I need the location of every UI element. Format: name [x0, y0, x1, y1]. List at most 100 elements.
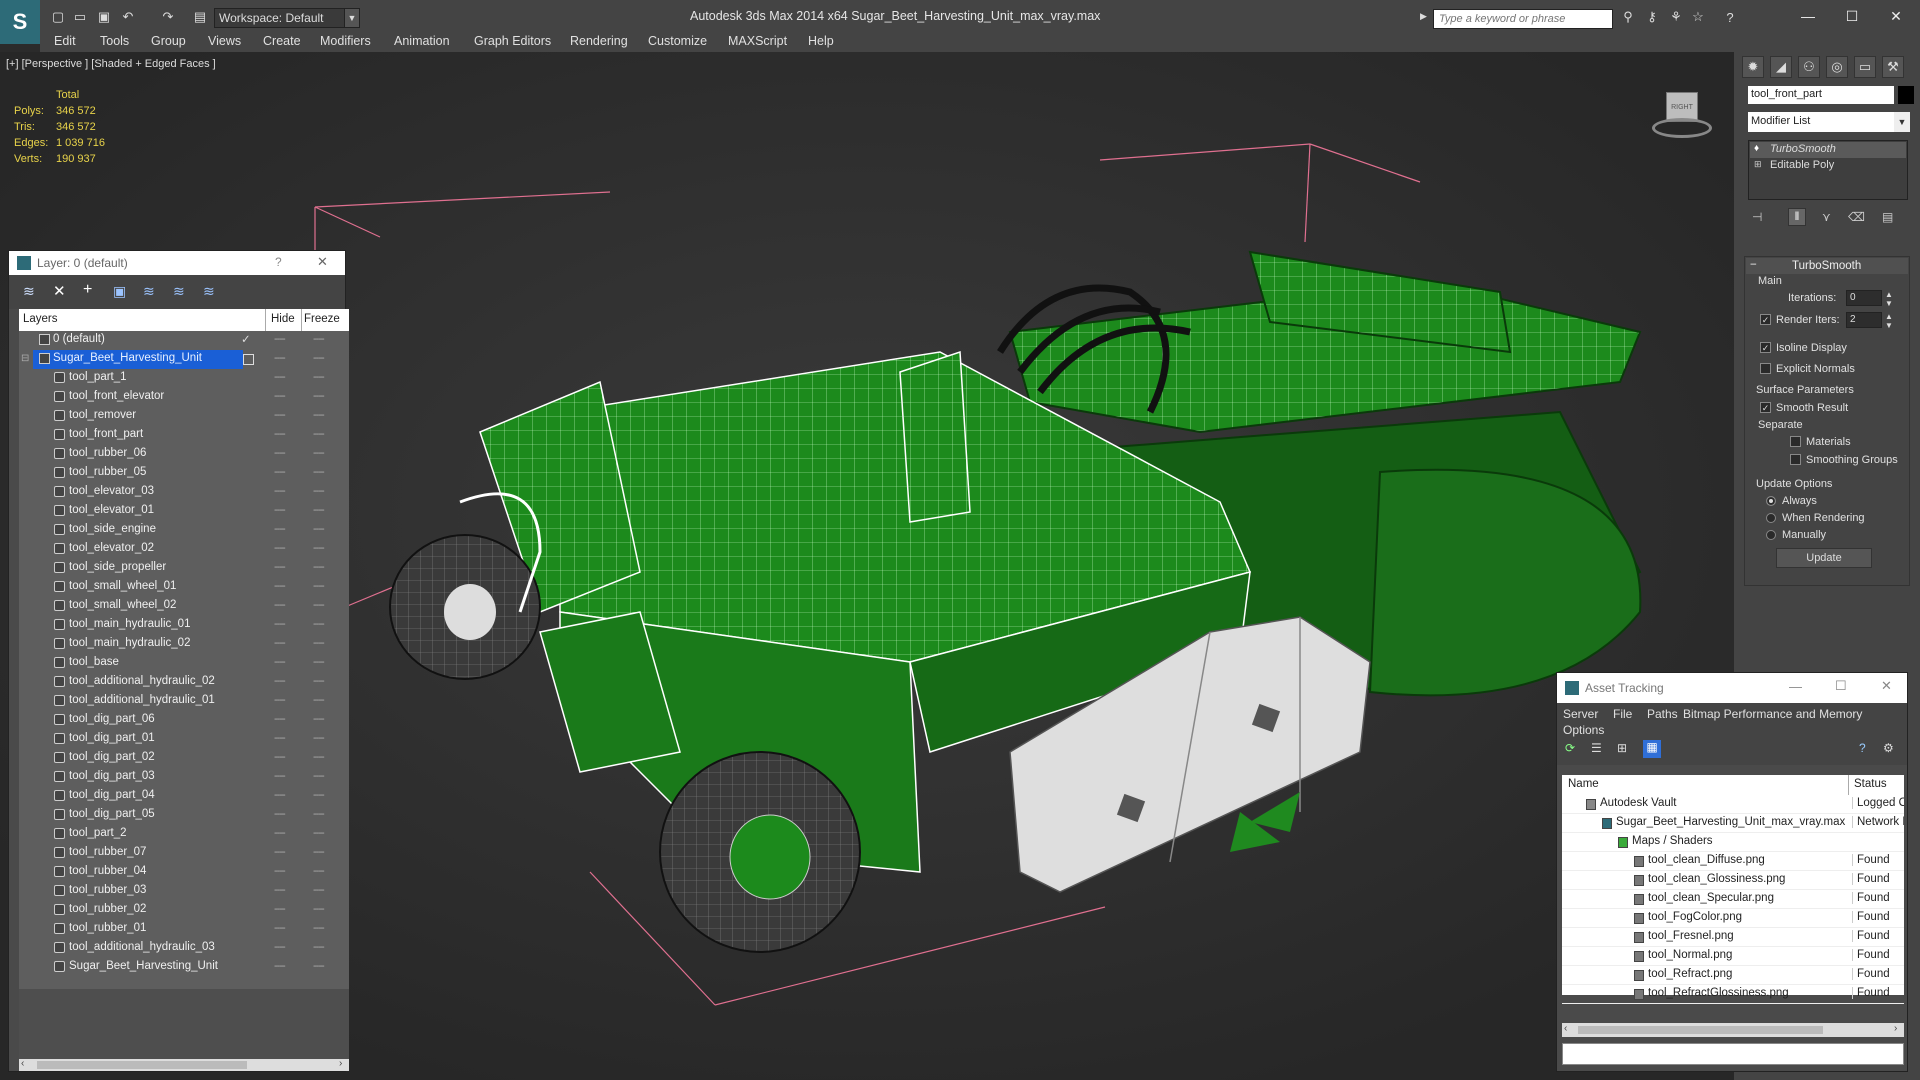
list-view-icon[interactable]: ☰	[1591, 741, 1607, 757]
layer-object-row[interactable]: tool_rubber_06 ---- ----	[19, 445, 349, 464]
freeze-toggle[interactable]: ----	[313, 694, 325, 706]
freeze-toggle[interactable]: ----	[313, 903, 325, 915]
layer-object-row[interactable]: tool_part_1 ---- ----	[19, 369, 349, 388]
layer-help-button[interactable]: ?	[275, 255, 282, 269]
hide-toggle[interactable]: ----	[274, 409, 286, 421]
menu-help[interactable]: Help	[808, 34, 834, 48]
freeze-toggle[interactable]: ----	[313, 428, 325, 440]
asset-horizontal-scrollbar[interactable]: ‹ ›	[1562, 1023, 1904, 1037]
hide-toggle[interactable]: ----	[274, 922, 286, 934]
scroll-left-icon[interactable]: ‹	[21, 1058, 24, 1069]
asset-menu-options[interactable]: Options	[1563, 723, 1604, 737]
isoline-checkbox[interactable]: ✓	[1760, 342, 1771, 353]
collapse-icon[interactable]: ⊟	[21, 353, 29, 364]
menu-edit[interactable]: Edit	[54, 34, 76, 48]
asset-list[interactable]: Autodesk Vault Logged O Sugar_Beet_Harvest…	[1562, 795, 1904, 1004]
show-end-result-icon[interactable]: ‖	[1788, 208, 1806, 226]
asset-row[interactable]: tool_clean_Specular.png Found	[1562, 890, 1904, 909]
table-view-icon[interactable]: ▦	[1643, 740, 1661, 758]
hide-toggle[interactable]: ----	[274, 485, 286, 497]
hide-toggle[interactable]: ----	[274, 770, 286, 782]
layer-object-row[interactable]: tool_small_wheel_01 ---- ----	[19, 578, 349, 597]
layer-object-row[interactable]: tool_side_engine ---- ----	[19, 521, 349, 540]
asset-tracking-title[interactable]: Asset Tracking	[1557, 673, 1907, 703]
add-to-layer-icon[interactable]: +	[83, 281, 92, 299]
freeze-toggle[interactable]: ----	[313, 884, 325, 896]
menu-graph-editors[interactable]: Graph Editors	[474, 34, 551, 48]
column-hide[interactable]: Hide	[271, 313, 295, 325]
hide-toggle[interactable]: ----	[274, 561, 286, 573]
iterations-spinner[interactable]: 0	[1846, 290, 1882, 306]
connect-icon[interactable]: ⚘	[1666, 8, 1686, 26]
scroll-left-icon[interactable]: ‹	[1564, 1023, 1567, 1034]
create-tab-icon[interactable]: ✹	[1742, 56, 1764, 78]
layer-object-row[interactable]: tool_elevator_02 ---- ----	[19, 540, 349, 559]
highlight-layer-icon[interactable]: ≋	[143, 283, 155, 300]
search-input[interactable]	[1433, 9, 1613, 29]
scroll-right-icon[interactable]: ›	[1894, 1023, 1897, 1034]
hide-toggle[interactable]: ----	[274, 504, 286, 516]
freeze-toggle[interactable]: ----	[313, 371, 325, 383]
viewport-label[interactable]: [+] [Perspective ] [Shaded + Edged Faces…	[6, 58, 216, 70]
layer-object-row[interactable]: tool_base ---- ----	[19, 654, 349, 673]
layer-horizontal-scrollbar[interactable]: ‹ ›	[19, 1058, 349, 1071]
key-icon[interactable]: ⚷	[1642, 8, 1662, 26]
layer-object-row[interactable]: tool_rubber_01 ---- ----	[19, 920, 349, 939]
layer-object-row[interactable]: tool_rubber_03 ---- ----	[19, 882, 349, 901]
layer-object-row[interactable]: tool_elevator_03 ---- ----	[19, 483, 349, 502]
hide-toggle[interactable]: ----	[274, 333, 286, 345]
viewcube-ring[interactable]	[1652, 118, 1712, 138]
layer-object-row[interactable]: tool_front_elevator ---- ----	[19, 388, 349, 407]
layer-row-default[interactable]: 0 (default) ✓ ---- ----	[19, 331, 349, 350]
layer-object-row[interactable]: tool_additional_hydraulic_01 ---- ----	[19, 692, 349, 711]
render-iters-spinner[interactable]: 2	[1846, 312, 1882, 328]
layer-object-row[interactable]: tool_rubber_05 ---- ----	[19, 464, 349, 483]
column-name[interactable]: Name	[1568, 778, 1599, 790]
freeze-toggle[interactable]: ----	[313, 751, 325, 763]
layer-object-row[interactable]: tool_additional_hydraulic_02 ---- ----	[19, 673, 349, 692]
workspace-dropdown[interactable]: Workspace: Default	[214, 8, 359, 28]
freeze-toggle[interactable]: ----	[313, 447, 325, 459]
hide-toggle[interactable]: ----	[274, 808, 286, 820]
layer-object-row[interactable]: tool_dig_part_03 ---- ----	[19, 768, 349, 787]
hide-toggle[interactable]: ----	[274, 941, 286, 953]
chevron-down-icon[interactable]: ▼	[1894, 112, 1910, 132]
layer-object-row[interactable]: tool_remover ---- ----	[19, 407, 349, 426]
layer-object-row[interactable]: tool_rubber_02 ---- ----	[19, 901, 349, 920]
freeze-toggle[interactable]: ----	[313, 466, 325, 478]
always-radio[interactable]	[1766, 496, 1776, 506]
freeze-toggle[interactable]: ----	[313, 941, 325, 953]
motion-tab-icon[interactable]: ◎	[1826, 56, 1848, 78]
asset-maximize-button[interactable]: ☐	[1835, 678, 1847, 694]
hide-toggle[interactable]: ----	[274, 352, 286, 364]
column-layers[interactable]: Layers	[23, 313, 58, 325]
materials-checkbox[interactable]	[1790, 436, 1801, 447]
maximize-button[interactable]: ☐	[1832, 4, 1872, 28]
viewcube[interactable]: RIGHT	[1652, 92, 1712, 142]
layer-object-row[interactable]: tool_dig_part_01 ---- ----	[19, 730, 349, 749]
layer-object-row[interactable]: tool_rubber_04 ---- ----	[19, 863, 349, 882]
asset-row[interactable]: tool_Refract.png Found	[1562, 966, 1904, 985]
layers-stack-icon[interactable]: ≋	[23, 283, 35, 300]
manually-radio[interactable]	[1766, 530, 1776, 540]
menu-maxscript[interactable]: MAXScript	[728, 34, 787, 48]
app-logo-icon[interactable]: S	[0, 0, 40, 44]
layer-object-row[interactable]: tool_dig_part_04 ---- ----	[19, 787, 349, 806]
freeze-toggle[interactable]: ----	[313, 390, 325, 402]
scroll-right-icon[interactable]: ›	[339, 1058, 342, 1069]
freeze-toggle[interactable]: ----	[313, 599, 325, 611]
hide-toggle[interactable]: ----	[274, 618, 286, 630]
menu-group[interactable]: Group	[151, 34, 186, 48]
hide-toggle[interactable]: ----	[274, 751, 286, 763]
hierarchy-tab-icon[interactable]: ⚇	[1798, 56, 1820, 78]
hide-all-icon[interactable]: ≋	[173, 283, 185, 300]
open-file-icon[interactable]: ▭	[70, 8, 90, 26]
asset-row[interactable]: tool_Fresnel.png Found	[1562, 928, 1904, 947]
freeze-toggle[interactable]: ----	[313, 865, 325, 877]
hide-toggle[interactable]: ----	[274, 371, 286, 383]
freeze-toggle[interactable]: ----	[313, 713, 325, 725]
layer-close-button[interactable]: ✕	[317, 254, 328, 270]
column-freeze[interactable]: Freeze	[304, 313, 340, 325]
hide-toggle[interactable]: ----	[274, 960, 286, 972]
freeze-toggle[interactable]: ----	[313, 637, 325, 649]
